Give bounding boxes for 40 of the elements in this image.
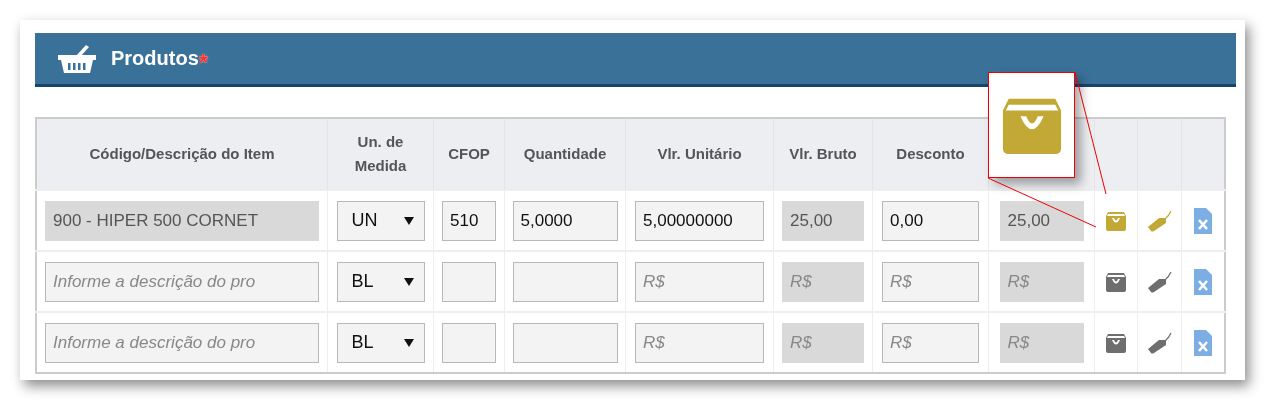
tag-icon[interactable] bbox=[1146, 331, 1173, 354]
bag-icon[interactable] bbox=[1105, 331, 1127, 354]
tag-icon[interactable] bbox=[1146, 209, 1173, 232]
delete-file-icon[interactable] bbox=[1194, 329, 1212, 356]
magnified-bag-icon bbox=[988, 72, 1075, 178]
column-header: Vlr. Unitário bbox=[657, 144, 742, 164]
gross-value-field: R$ bbox=[782, 261, 864, 302]
total-value-field: R$ bbox=[999, 322, 1084, 363]
caret-icon bbox=[403, 216, 414, 225]
discount-field[interactable]: 0,00 bbox=[882, 200, 979, 241]
gross-value-field: R$ bbox=[782, 322, 864, 363]
quantity-field[interactable]: 5,0000 bbox=[512, 200, 618, 241]
quantity-field[interactable] bbox=[512, 261, 618, 302]
bag-icon[interactable] bbox=[1105, 270, 1127, 293]
required-mark: * bbox=[198, 49, 209, 77]
cfop-field[interactable] bbox=[442, 261, 496, 302]
bag-icon[interactable] bbox=[1105, 209, 1127, 232]
total-value-field: 25,00 bbox=[999, 200, 1084, 241]
total-value-field: R$ bbox=[999, 261, 1084, 302]
gross-value-field: 25,00 bbox=[782, 200, 864, 241]
column-header: Quantidade bbox=[523, 144, 607, 164]
unit-dropdown[interactable]: UN bbox=[336, 200, 425, 241]
caret-icon bbox=[403, 338, 414, 347]
caret-icon bbox=[403, 277, 414, 286]
quantity-field[interactable] bbox=[512, 322, 618, 363]
cfop-field[interactable] bbox=[442, 322, 496, 363]
column-header: Un. de Medida bbox=[353, 132, 408, 176]
unit-price-field[interactable]: 5,00000000 bbox=[635, 200, 764, 241]
unit-dropdown[interactable]: BL bbox=[336, 261, 425, 302]
column-header: Código/Descrição do Item bbox=[89, 144, 275, 164]
basket-icon bbox=[58, 43, 96, 74]
unit-dropdown[interactable]: BL bbox=[336, 322, 425, 363]
cfop-field[interactable]: 510 bbox=[442, 200, 496, 241]
tag-icon[interactable] bbox=[1146, 270, 1173, 293]
delete-file-icon[interactable] bbox=[1194, 268, 1212, 295]
panel-title: Produtos bbox=[111, 47, 199, 70]
column-header: Desconto bbox=[896, 144, 965, 164]
column-header: Vlr. Bruto bbox=[789, 144, 857, 164]
column-header: CFOP bbox=[448, 144, 490, 164]
delete-file-icon[interactable] bbox=[1194, 207, 1212, 234]
